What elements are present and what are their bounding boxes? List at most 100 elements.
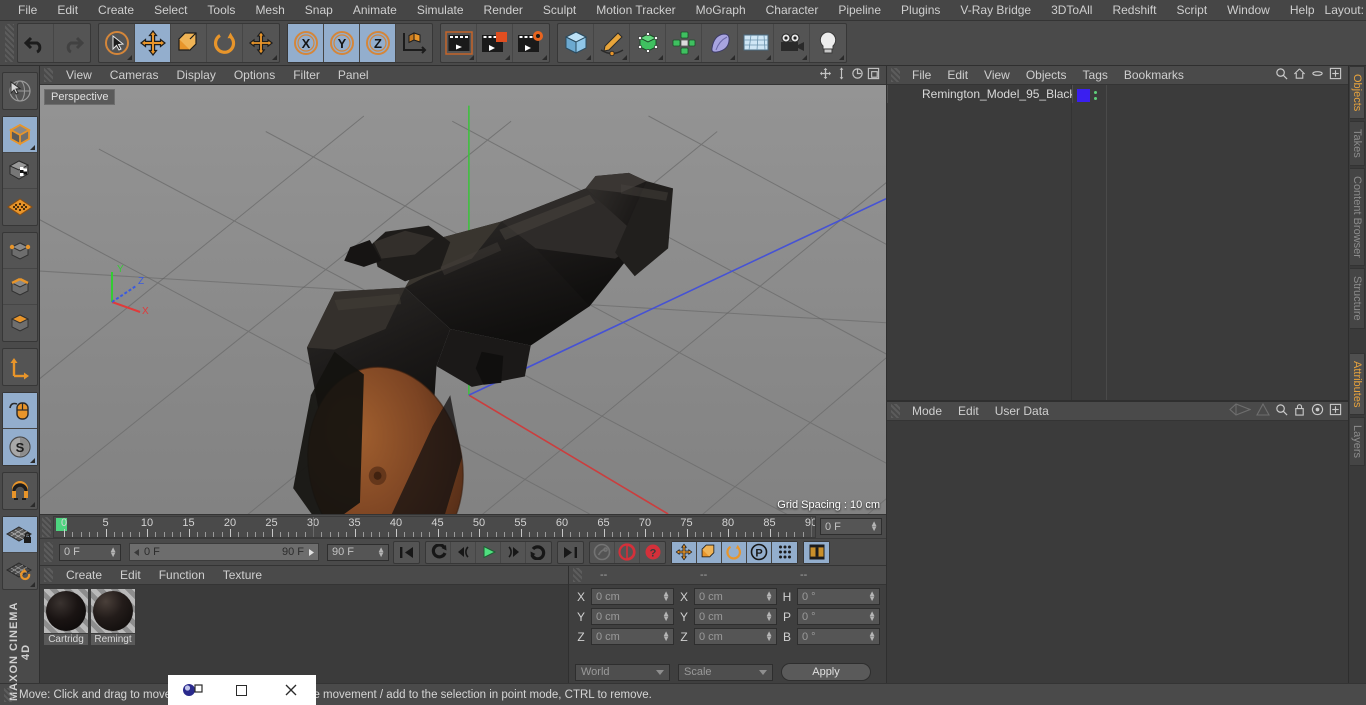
menu-item-mesh[interactable]: Mesh xyxy=(245,0,294,21)
object-menu-bookmarks[interactable]: Bookmarks xyxy=(1116,66,1192,85)
viewport-menu-options[interactable]: Options xyxy=(225,66,284,85)
redo-icon[interactable] xyxy=(54,24,90,62)
triangle-icon[interactable] xyxy=(1256,402,1270,419)
previous-key-icon[interactable] xyxy=(426,541,451,563)
coordinate-mode-dropdown[interactable]: Scale xyxy=(678,663,773,681)
keyframe-selection-icon[interactable]: ? xyxy=(640,542,665,563)
step-back-icon[interactable] xyxy=(451,541,476,563)
size-y-field[interactable]: 0 cm ▲ ▼ xyxy=(694,608,777,625)
timeline-drag-handle[interactable] xyxy=(42,516,51,537)
spinner-icon[interactable]: ▲ ▼ xyxy=(662,610,670,623)
size-x-field[interactable]: 0 cm ▲ ▼ xyxy=(694,588,777,605)
live-selection-icon[interactable] xyxy=(3,73,37,109)
spinner-icon[interactable]: ▲ ▼ xyxy=(868,630,876,643)
lock-workplane-icon[interactable] xyxy=(2,517,37,553)
material-list[interactable]: Cartridg Remingt xyxy=(40,585,568,683)
object-tree[interactable]: 0 Remington_Model_95_Black xyxy=(887,85,1348,400)
object-manager-drag-handle[interactable] xyxy=(891,68,900,82)
object-menu-edit[interactable]: Edit xyxy=(939,66,976,85)
menu-item-3dtoall[interactable]: 3DToAll xyxy=(1041,0,1102,21)
menu-item-help[interactable]: Help xyxy=(1280,0,1325,21)
select-cursor-icon[interactable] xyxy=(99,24,135,62)
tab-content-browser[interactable]: Content Browser xyxy=(1350,168,1365,266)
rotate-tool-icon[interactable] xyxy=(207,24,243,62)
next-key-icon[interactable] xyxy=(526,542,551,563)
tab-attributes[interactable]: Attributes xyxy=(1350,352,1365,416)
move-axis-icon[interactable] xyxy=(243,24,279,62)
spinner-icon[interactable]: ▲ ▼ xyxy=(868,590,876,603)
render-settings-icon[interactable] xyxy=(513,24,549,62)
menu-item-character[interactable]: Character xyxy=(756,0,829,21)
material-item[interactable]: Remingt xyxy=(91,589,135,645)
search-icon[interactable] xyxy=(1275,403,1288,419)
search-icon[interactable] xyxy=(1275,67,1288,83)
spinner-icon[interactable]: ▲ ▼ xyxy=(662,590,670,603)
menu-item-vray-bridge[interactable]: V-Ray Bridge xyxy=(950,0,1041,21)
go-to-start-icon[interactable] xyxy=(394,542,419,563)
model-mode-icon[interactable] xyxy=(2,117,37,153)
pan-icon[interactable] xyxy=(819,67,832,83)
cube-primitive-icon[interactable] xyxy=(558,24,594,62)
menu-item-simulate[interactable]: Simulate xyxy=(407,0,474,21)
generator-icon[interactable] xyxy=(630,24,666,62)
timeline-frame-field[interactable]: 0 F ▲ ▼ xyxy=(820,518,882,535)
object-menu-objects[interactable]: Objects xyxy=(1018,66,1075,85)
camera-icon[interactable] xyxy=(774,24,810,62)
autokey-icon[interactable] xyxy=(615,541,640,563)
viewport-menu-view[interactable]: View xyxy=(57,66,101,85)
expand-icon[interactable] xyxy=(1329,67,1342,83)
timeline-icon[interactable] xyxy=(804,541,829,563)
polygon-grid-icon[interactable] xyxy=(3,189,37,225)
close-icon[interactable] xyxy=(267,675,316,705)
menu-item-tools[interactable]: Tools xyxy=(197,0,245,21)
lock-y-icon[interactable]: Y xyxy=(324,24,360,62)
spinner-icon[interactable]: ▲ ▼ xyxy=(868,610,876,623)
environment-floor-icon[interactable] xyxy=(738,24,774,62)
tab-layers[interactable]: Layers xyxy=(1350,417,1365,467)
size-z-field[interactable]: 0 cm ▲ ▼ xyxy=(694,628,777,645)
object-menu-file[interactable]: File xyxy=(904,66,939,85)
point-level-animation-icon[interactable] xyxy=(772,541,797,563)
position-x-field[interactable]: 0 cm ▲ ▼ xyxy=(591,588,674,605)
object-name[interactable]: Remington_Model_95_Black xyxy=(922,87,1075,101)
scale-tool-icon[interactable] xyxy=(171,24,207,62)
object-menu-tags[interactable]: Tags xyxy=(1075,66,1116,85)
apply-button[interactable]: Apply xyxy=(781,663,871,681)
spinner-icon[interactable]: ▲ ▼ xyxy=(109,545,117,558)
attribute-menu-edit[interactable]: Edit xyxy=(950,402,987,421)
tab-takes[interactable]: Takes xyxy=(1350,121,1365,167)
record-key-icon[interactable] xyxy=(590,541,615,563)
go-to-end-icon[interactable] xyxy=(558,542,583,563)
expand-icon[interactable] xyxy=(1329,403,1342,419)
restore-icon[interactable] xyxy=(168,675,217,705)
point-mode-icon[interactable] xyxy=(2,233,37,269)
material-menu-texture[interactable]: Texture xyxy=(214,566,271,585)
menu-item-pipeline[interactable]: Pipeline xyxy=(828,0,891,21)
viewport-solo-icon[interactable] xyxy=(2,393,37,429)
spinner-icon[interactable]: ▲ ▼ xyxy=(765,590,773,603)
position-z-field[interactable]: 0 cm ▲ ▼ xyxy=(591,628,674,645)
current-frame-field[interactable]: 0 F ▲ ▼ xyxy=(59,543,121,561)
zoom-icon[interactable] xyxy=(835,67,848,83)
lock-x-icon[interactable]: X xyxy=(288,24,324,62)
transport-drag-handle[interactable] xyxy=(44,542,53,562)
material-menu-edit[interactable]: Edit xyxy=(111,566,150,585)
enable-snap-icon[interactable]: S xyxy=(2,429,37,465)
menu-item-window[interactable]: Window xyxy=(1217,0,1280,21)
undo-icon[interactable] xyxy=(18,24,54,62)
material-menu-function[interactable]: Function xyxy=(150,566,214,585)
workplane-magnet-icon[interactable] xyxy=(3,473,37,509)
rotation-h-field[interactable]: 0 ° ▲ ▼ xyxy=(797,588,880,605)
menu-item-snap[interactable]: Snap xyxy=(295,0,343,21)
end-frame-field[interactable]: 90 F ▲ ▼ xyxy=(327,543,389,561)
viewport-menu-display[interactable]: Display xyxy=(167,66,224,85)
attribute-menu-user-data[interactable]: User Data xyxy=(987,402,1057,421)
range-end-handle[interactable]: 90 F xyxy=(282,546,316,558)
record-parameter-icon[interactable]: P xyxy=(747,541,772,563)
world-coordinates-icon[interactable] xyxy=(396,24,432,62)
maximize-view-icon[interactable] xyxy=(867,67,880,83)
viewport-menu-panel[interactable]: Panel xyxy=(329,66,378,85)
material-swatch[interactable] xyxy=(44,589,88,633)
viewport-menu-cameras[interactable]: Cameras xyxy=(101,66,168,85)
coordinate-system-dropdown[interactable]: World xyxy=(575,663,670,681)
